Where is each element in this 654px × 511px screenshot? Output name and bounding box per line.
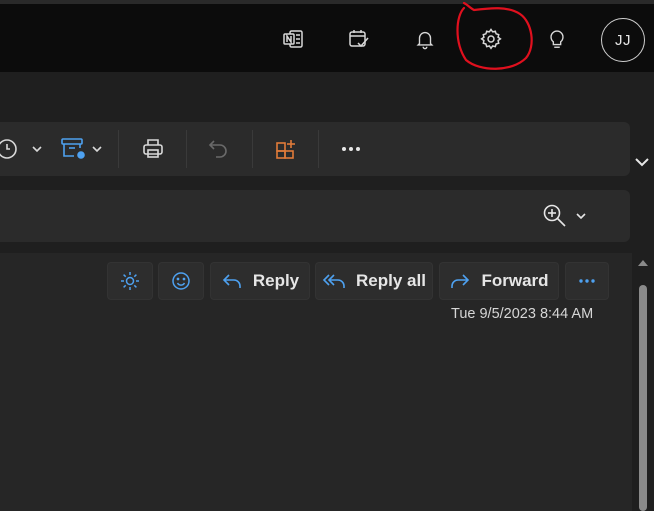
reply-all-label: Reply all xyxy=(356,271,426,290)
expand-ribbon-chevron-icon[interactable] xyxy=(632,152,652,172)
forward-label: Forward xyxy=(481,271,549,290)
top-bar-border xyxy=(0,0,654,4)
zoom-button[interactable] xyxy=(542,202,588,230)
archive-schedule-button[interactable] xyxy=(60,132,104,166)
reply-all-icon xyxy=(322,274,345,288)
scroll-up-arrow-icon[interactable] xyxy=(637,258,649,268)
snooze-button[interactable] xyxy=(0,132,44,166)
bell-icon[interactable] xyxy=(408,22,442,56)
smiley-icon xyxy=(172,272,190,290)
toolbar-divider xyxy=(118,130,119,168)
toolbar-divider xyxy=(252,130,253,168)
forward-button[interactable]: Forward xyxy=(439,262,559,300)
more-icon xyxy=(342,147,360,151)
apps-button[interactable] xyxy=(274,132,298,166)
undo-button[interactable] xyxy=(206,132,230,166)
toolbar-divider xyxy=(318,130,319,168)
forward-icon xyxy=(451,274,470,288)
reply-icon xyxy=(222,274,241,288)
print-icon xyxy=(143,139,163,158)
top-bar: JJ xyxy=(0,0,654,72)
chevron-down-icon xyxy=(576,213,586,220)
sun-icon xyxy=(121,272,139,290)
archive-schedule-icon xyxy=(61,138,85,159)
sub-header xyxy=(0,72,654,122)
more-icon xyxy=(579,279,595,283)
reply-all-button[interactable]: Reply all xyxy=(315,262,433,300)
more-options-button[interactable] xyxy=(340,132,362,166)
lightbulb-icon[interactable] xyxy=(540,22,574,56)
reading-pane-header xyxy=(0,190,630,242)
clock-icon xyxy=(0,139,17,159)
avatar-initials: JJ xyxy=(615,31,631,49)
print-button[interactable] xyxy=(141,132,165,166)
apps-icon xyxy=(276,140,295,159)
chevron-down-icon xyxy=(32,146,42,153)
brightness-button[interactable] xyxy=(107,262,153,300)
scrollbar-thumb[interactable] xyxy=(639,285,647,511)
message-timestamp: Tue 9/5/2023 8:44 AM xyxy=(451,306,594,322)
undo-icon xyxy=(208,140,227,158)
onenote-icon[interactable] xyxy=(276,22,310,56)
ribbon-toolbar xyxy=(0,122,630,176)
calendar-check-icon[interactable] xyxy=(342,22,376,56)
avatar[interactable]: JJ xyxy=(601,18,645,62)
gear-icon[interactable] xyxy=(474,22,508,56)
reply-label: Reply xyxy=(252,271,300,290)
toolbar-divider xyxy=(186,130,187,168)
zoom-in-icon xyxy=(543,204,566,227)
reply-button[interactable]: Reply xyxy=(210,262,310,300)
reaction-button[interactable] xyxy=(158,262,204,300)
chevron-down-icon xyxy=(92,146,102,153)
message-more-button[interactable] xyxy=(565,262,609,300)
